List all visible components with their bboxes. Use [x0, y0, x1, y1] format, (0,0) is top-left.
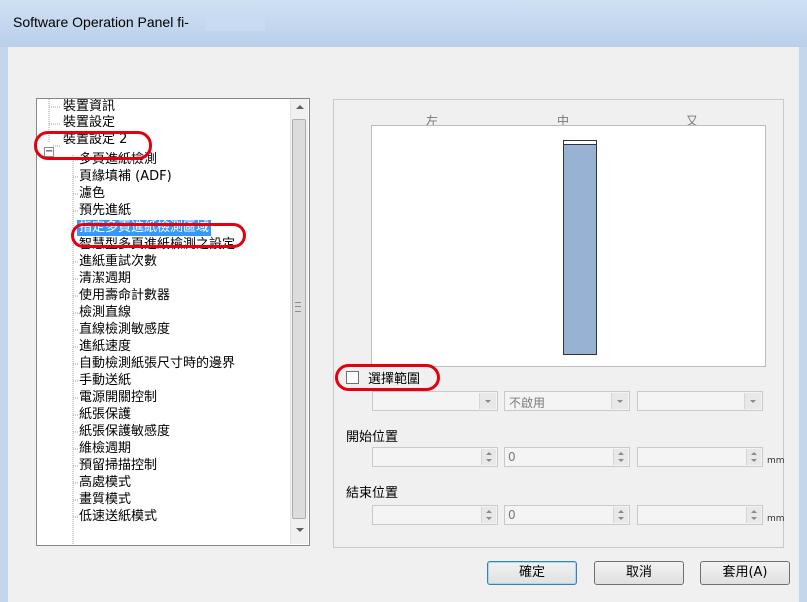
chevron-down-icon[interactable]	[611, 393, 628, 409]
tree-item[interactable]: 預留掃描控制	[77, 458, 159, 474]
apply-button[interactable]: 套用(A)	[700, 561, 790, 585]
tree-item[interactable]: 畫質模式	[77, 492, 133, 508]
tree-item[interactable]: 進紙重試次數	[77, 254, 159, 270]
start-position-label: 開始位置	[346, 430, 399, 445]
start-center-value: 0	[508, 450, 516, 464]
window-title: Software Operation Panel fi-	[13, 14, 189, 30]
scroll-down-icon[interactable]	[296, 528, 304, 532]
scroll-up-icon[interactable]	[296, 105, 304, 109]
tree-item[interactable]: 裝置資訊	[61, 99, 117, 115]
tree-item[interactable]: 紙張保護敏感度	[77, 424, 172, 440]
end-unit-label: mm	[767, 514, 785, 524]
scroll-thumb[interactable]	[292, 119, 306, 519]
tree-item[interactable]: 直線檢測敏感度	[77, 322, 172, 338]
end-right-spinner[interactable]	[637, 505, 763, 525]
tree-item[interactable]: 頁緣填補 (ADF)	[77, 169, 174, 185]
chevron-down-icon[interactable]	[479, 393, 496, 409]
end-position-label: 結束位置	[346, 486, 399, 501]
spin-arrows-icon[interactable]	[746, 449, 761, 465]
mode-combo-1[interactable]	[372, 391, 498, 411]
scroll-grip-icon	[295, 302, 301, 312]
tree-item[interactable]: 電源開關控制	[77, 390, 159, 406]
detection-area-top	[563, 140, 597, 145]
redacted-model	[205, 13, 265, 31]
highlight-ring-device-settings-2	[34, 131, 152, 160]
spin-arrows-icon[interactable]	[481, 449, 496, 465]
tree-scrollbar[interactable]	[290, 99, 308, 544]
mode-combo-2[interactable]: 不啟用	[504, 391, 630, 411]
start-unit-label: mm	[767, 456, 785, 466]
tree-item[interactable]: 自動檢測紙張尺寸時的邊界	[77, 356, 237, 372]
spin-arrows-icon[interactable]	[481, 507, 496, 523]
tree-item[interactable]: 維檢週期	[77, 441, 133, 457]
tree-item[interactable]: 紙張保護	[77, 407, 133, 423]
tree-item[interactable]: 濾色	[77, 186, 107, 202]
end-left-spinner[interactable]	[372, 505, 498, 525]
settings-tree[interactable]: − 裝置資訊 裝置設定 裝置設定 2 多頁進紙檢測 頁緣填補 (ADF) 濾色 預先進紙 指定…	[36, 98, 310, 546]
window-frame-left	[0, 47, 8, 602]
spin-arrows-icon[interactable]	[613, 507, 628, 523]
tree-item[interactable]: 高處模式	[77, 475, 133, 491]
tree-item[interactable]: 裝置設定	[61, 115, 117, 131]
tree-item[interactable]: 進紙速度	[77, 339, 133, 355]
tree-item[interactable]: 清潔週期	[77, 271, 133, 287]
start-left-spinner[interactable]	[372, 447, 498, 467]
mode-combo-3[interactable]	[637, 391, 763, 411]
spin-arrows-icon[interactable]	[613, 449, 628, 465]
detection-area-bar	[563, 140, 597, 355]
end-center-value: 0	[508, 508, 516, 522]
tree-item[interactable]: 使用壽命計數器	[77, 288, 172, 304]
start-center-spinner[interactable]: 0	[504, 447, 630, 467]
ok-button[interactable]: 確定	[487, 561, 577, 585]
title-bar: Software Operation Panel fi-	[0, 0, 807, 48]
spin-arrows-icon[interactable]	[746, 507, 761, 523]
highlight-ring-select-range	[335, 364, 440, 391]
mode-combo-2-value: 不啟用	[509, 396, 546, 410]
highlight-ring-detection-area	[71, 223, 246, 248]
chevron-down-icon[interactable]	[744, 393, 761, 409]
cancel-button[interactable]: 取消	[594, 561, 684, 585]
window-frame-right	[799, 47, 807, 602]
tree-item[interactable]: 預先進紙	[77, 203, 133, 219]
tree-item[interactable]: 低速送紙模式	[77, 509, 159, 525]
end-center-spinner[interactable]: 0	[504, 505, 630, 525]
tree-item[interactable]: 手動送紙	[77, 373, 133, 389]
tree-item[interactable]: 檢測直線	[77, 305, 133, 321]
start-right-spinner[interactable]	[637, 447, 763, 467]
